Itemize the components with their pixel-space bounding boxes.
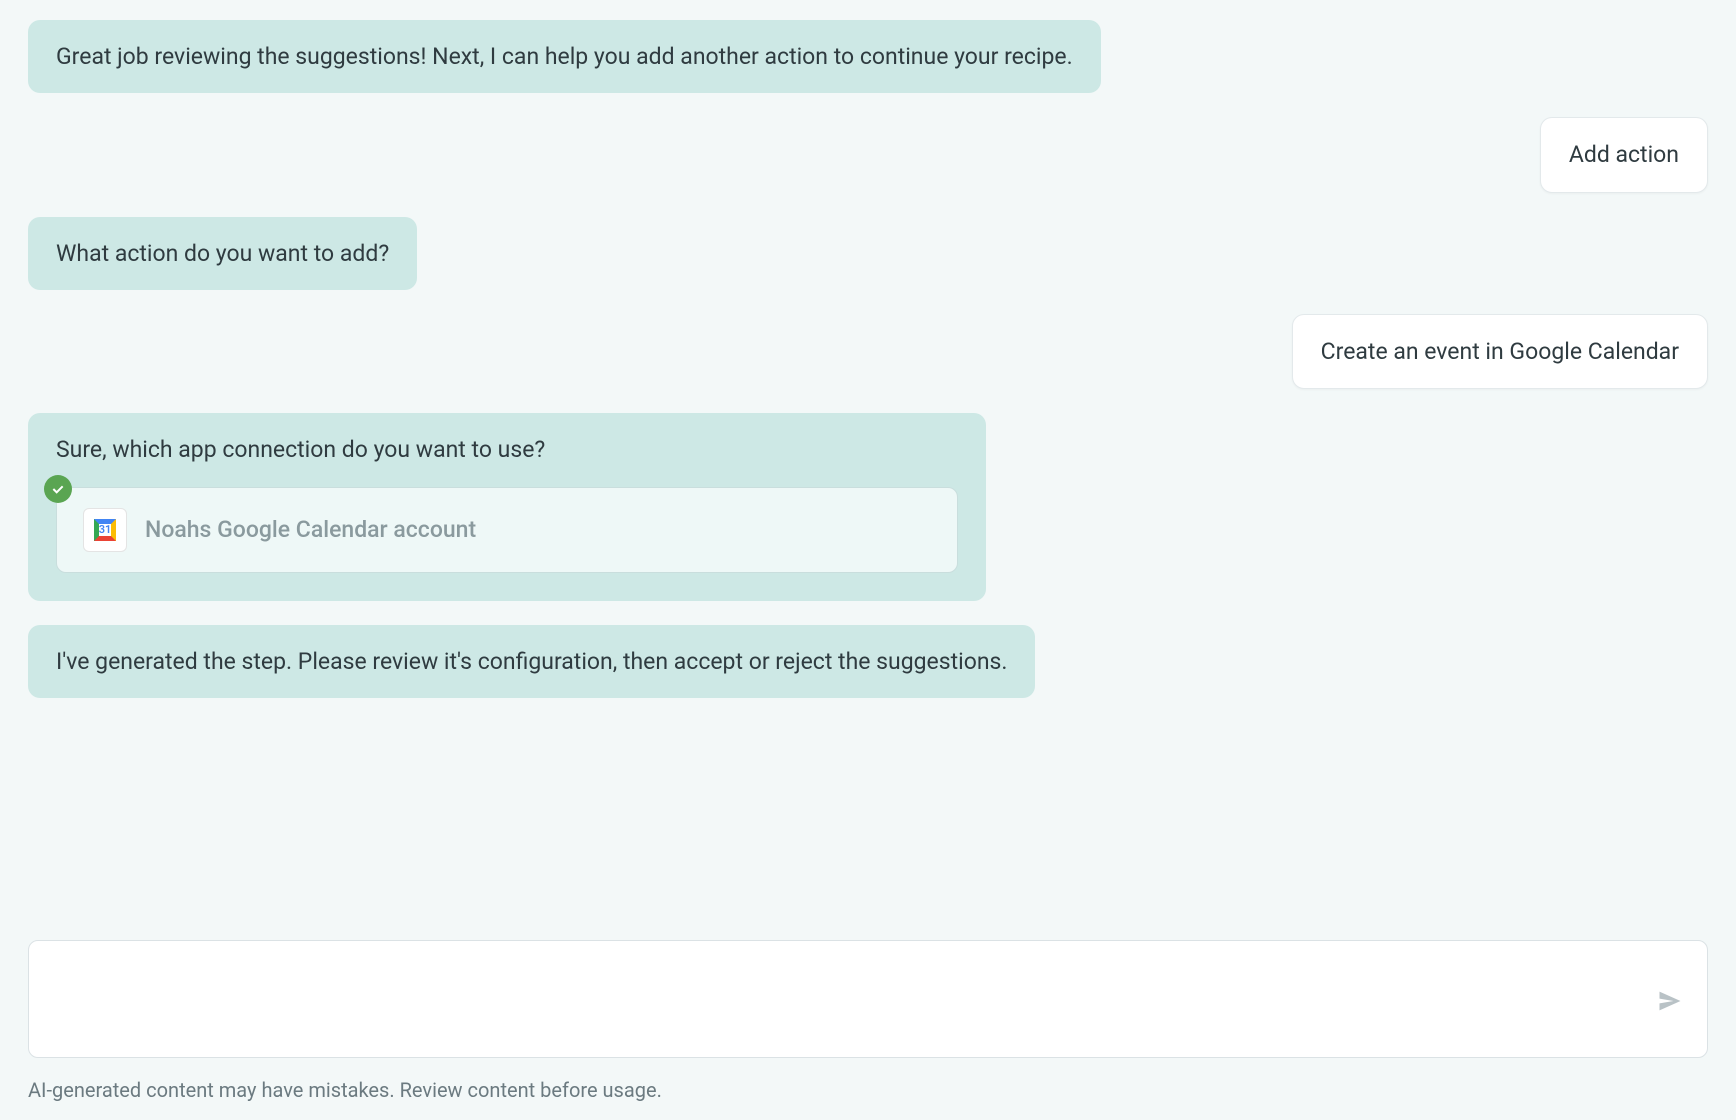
message-row: What action do you want to add? (28, 217, 1708, 290)
message-row: Sure, which app connection do you want t… (28, 413, 1708, 600)
ai-disclaimer: AI-generated content may have mistakes. … (28, 1078, 662, 1102)
assistant-message-with-connection: Sure, which app connection do you want t… (28, 413, 986, 600)
input-area (28, 940, 1708, 1062)
assistant-message: Great job reviewing the suggestions! Nex… (28, 20, 1101, 93)
connection-card[interactable]: 31 Noahs Google Calendar account (56, 487, 958, 573)
message-row: Create an event in Google Calendar (28, 314, 1708, 389)
checkmark-badge-icon (44, 475, 72, 503)
user-message[interactable]: Add action (1540, 117, 1708, 192)
message-text: Sure, which app connection do you want t… (56, 436, 545, 463)
message-row: I've generated the step. Please review i… (28, 625, 1708, 698)
chat-input[interactable] (28, 940, 1708, 1058)
message-text: I've generated the step. Please review i… (56, 648, 1007, 675)
chat-container: Great job reviewing the suggestions! Nex… (0, 0, 1736, 698)
message-row: Great job reviewing the suggestions! Nex… (28, 20, 1708, 93)
calendar-day-number: 31 (99, 522, 112, 538)
assistant-message: What action do you want to add? (28, 217, 417, 290)
user-message[interactable]: Create an event in Google Calendar (1292, 314, 1708, 389)
send-icon (1656, 987, 1684, 1015)
message-text: Create an event in Google Calendar (1321, 338, 1679, 365)
google-calendar-icon: 31 (83, 508, 127, 552)
message-text: Great job reviewing the suggestions! Nex… (56, 43, 1073, 70)
message-text: Add action (1569, 141, 1679, 168)
message-text: What action do you want to add? (56, 240, 389, 267)
assistant-message: I've generated the step. Please review i… (28, 625, 1035, 698)
send-button[interactable] (1652, 983, 1688, 1019)
connection-card-wrapper: 31 Noahs Google Calendar account (56, 487, 958, 573)
message-row: Add action (28, 117, 1708, 192)
connection-label: Noahs Google Calendar account (145, 513, 476, 546)
